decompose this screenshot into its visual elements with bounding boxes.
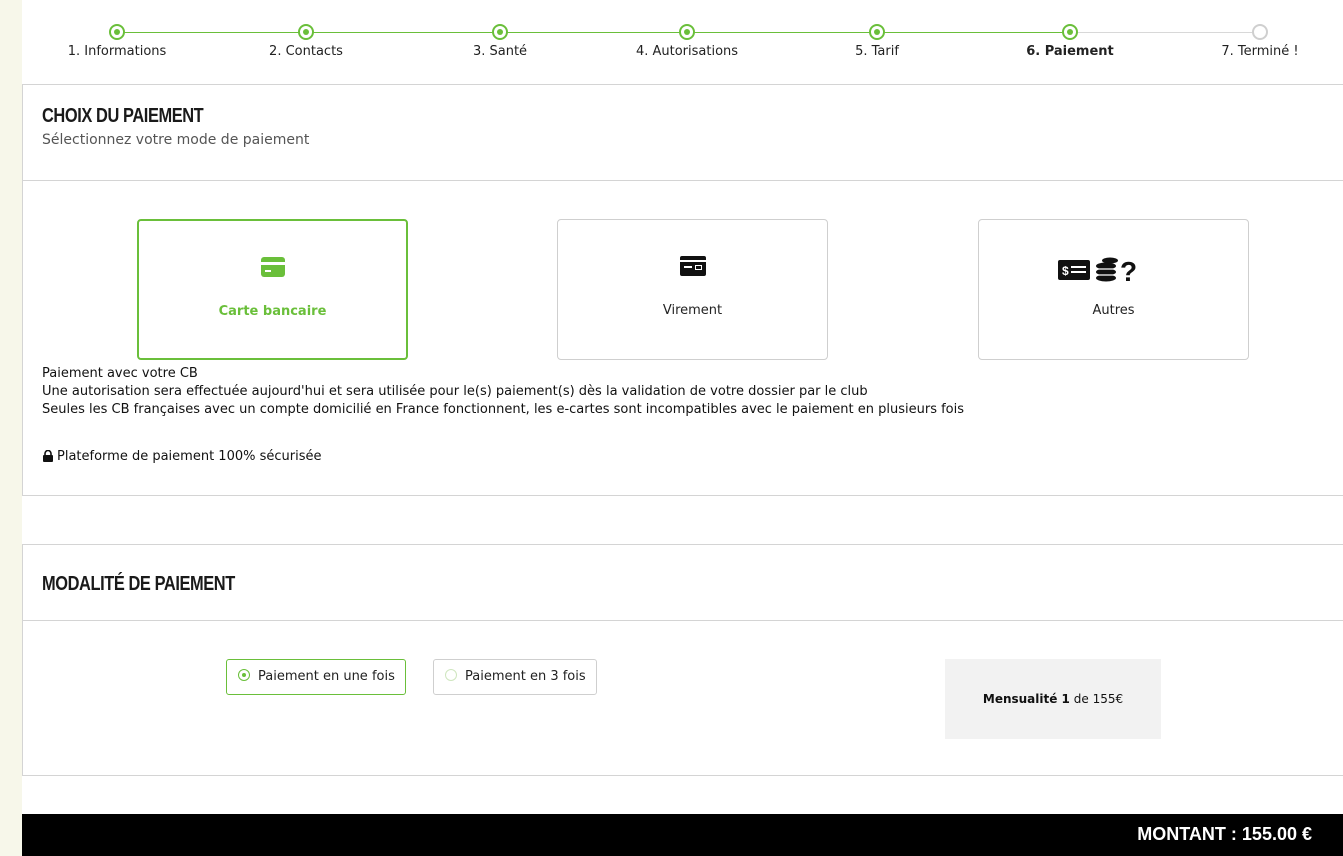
- mensualite-box: Mensualité 1 de 155€: [945, 659, 1161, 739]
- step-label: 1. Informations: [67, 44, 167, 59]
- step-done-icon: [869, 24, 885, 40]
- credit-card-icon: [139, 257, 406, 281]
- payment-choice-panel: Choix du paiement Sélectionnez votre mod…: [22, 84, 1343, 496]
- payment-method-carte-bancaire[interactable]: Carte bancaire: [137, 219, 408, 360]
- payment-method-label: Virement: [662, 303, 723, 318]
- lock-icon: [43, 449, 53, 462]
- payment-info: Paiement avec votre CB Une autorisation …: [42, 365, 964, 419]
- info-line: Une autorisation sera effectuée aujourd'…: [42, 384, 868, 399]
- option-label: Paiement en une fois: [258, 669, 395, 684]
- step-done-icon: [492, 24, 508, 40]
- step-todo-icon: [1252, 24, 1268, 40]
- radio-unchecked-icon: [445, 669, 457, 681]
- radio-checked-icon: [238, 669, 250, 681]
- amount-bar: MONTANT : 155.00 €: [22, 814, 1343, 856]
- payment-method-cards: Carte bancaire Virement $ ? Autres: [23, 219, 1343, 361]
- panel-header: Choix du paiement Sélectionnez votre mod…: [23, 85, 1343, 181]
- payment-method-label: Carte bancaire: [218, 304, 327, 319]
- panel-title: Choix du paiement: [42, 105, 204, 127]
- step-sante[interactable]: 3. Santé: [425, 24, 575, 59]
- option-label: Paiement en 3 fois: [465, 669, 586, 684]
- step-active-icon: [1062, 24, 1078, 40]
- mensualite-value: de 155€: [1073, 692, 1124, 706]
- payment-method-autres[interactable]: $ ? Autres: [978, 219, 1249, 360]
- step-termine: 7. Terminé !: [1185, 24, 1335, 59]
- mensualite-label: Mensualité 1: [982, 692, 1070, 706]
- panel-subtitle: Sélectionnez votre mode de paiement: [42, 132, 310, 148]
- step-tarif[interactable]: 5. Tarif: [802, 24, 952, 59]
- svg-text:$: $: [1062, 264, 1069, 278]
- bank-transfer-icon: [558, 256, 827, 280]
- svg-text:?: ?: [1120, 256, 1137, 284]
- step-label: 7. Terminé !: [1221, 44, 1299, 59]
- step-label: 3. Santé: [472, 44, 528, 59]
- panel-header: Modalité de paiement: [23, 545, 1343, 621]
- info-line: Seules les CB françaises avec un compte …: [42, 402, 965, 417]
- step-label: 5. Tarif: [855, 44, 899, 59]
- option-pay-three-times[interactable]: Paiement en 3 fois: [433, 659, 597, 695]
- step-done-icon: [109, 24, 125, 40]
- info-line: Paiement avec votre CB: [42, 366, 198, 381]
- panel-title: Modalité de paiement: [42, 573, 235, 595]
- option-pay-once[interactable]: Paiement en une fois: [226, 659, 406, 695]
- payment-modality-panel: Modalité de paiement Paiement en une foi…: [22, 544, 1343, 776]
- step-done-icon: [298, 24, 314, 40]
- step-informations[interactable]: 1. Informations: [42, 24, 192, 59]
- payment-method-virement[interactable]: Virement: [557, 219, 828, 360]
- step-paiement[interactable]: 6. Paiement: [995, 24, 1145, 59]
- cash-coins-question-icon: $ ?: [979, 256, 1248, 287]
- step-label: 2. Contacts: [269, 44, 343, 59]
- secure-platform-note: Plateforme de paiement 100% sécurisée: [42, 449, 321, 464]
- step-done-icon: [679, 24, 695, 40]
- total-amount: MONTANT : 155.00 €: [1137, 824, 1312, 844]
- secure-text: Plateforme de paiement 100% sécurisée: [57, 449, 322, 464]
- step-contacts[interactable]: 2. Contacts: [231, 24, 381, 59]
- step-label: 6. Paiement: [1026, 44, 1114, 59]
- progress-stepper: 1. Informations 2. Contacts 3. Santé 4. …: [22, 0, 1343, 84]
- page: 1. Informations 2. Contacts 3. Santé 4. …: [22, 0, 1343, 856]
- step-autorisations[interactable]: 4. Autorisations: [612, 24, 762, 59]
- step-label: 4. Autorisations: [635, 44, 739, 59]
- payment-method-label: Autres: [1092, 303, 1135, 318]
